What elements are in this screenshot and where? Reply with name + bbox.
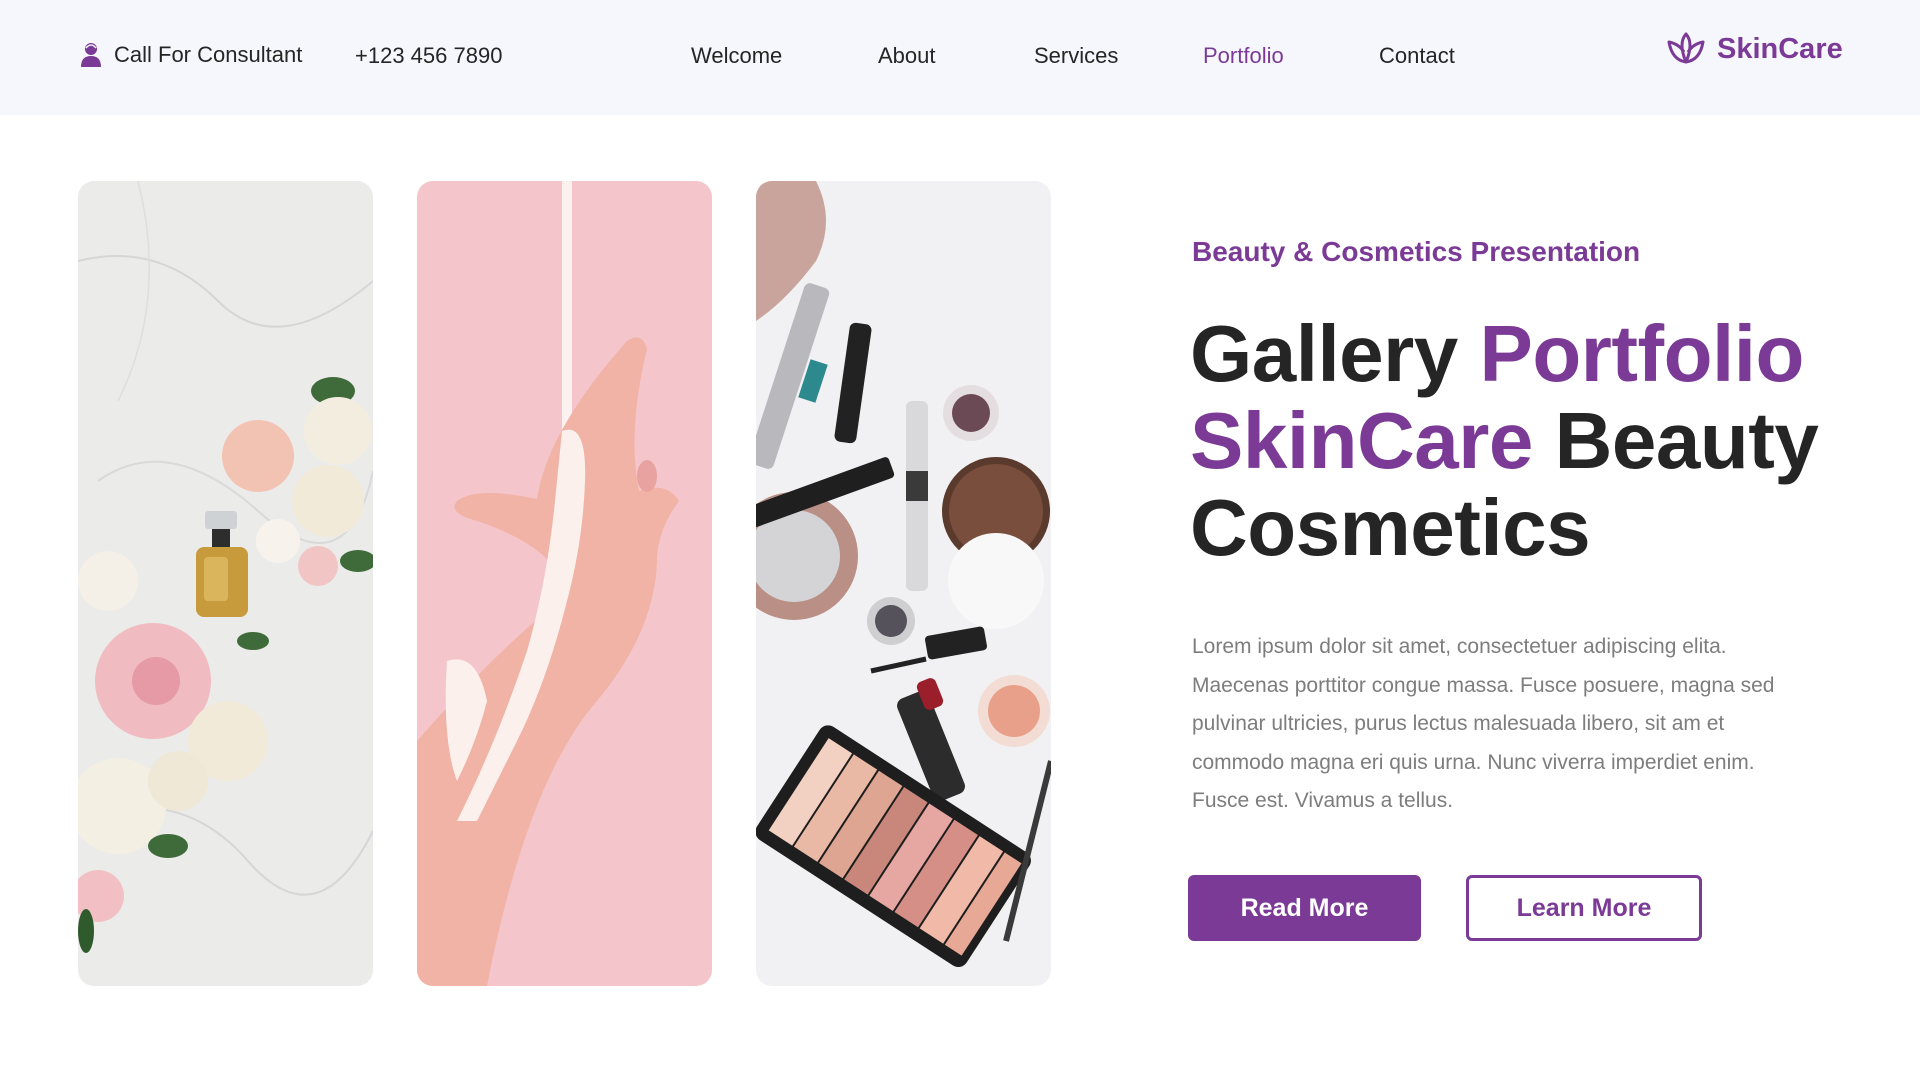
- makeup-flatlay-image: [756, 181, 1051, 986]
- headline-word-portfolio: Portfolio: [1479, 309, 1805, 398]
- headline: Gallery Portfolio SkinCare Beauty Cosmet…: [1190, 310, 1870, 571]
- hand-cream-image: [417, 181, 712, 986]
- eyebrow-title: Beauty & Cosmetics Presentation: [1192, 236, 1641, 267]
- learn-more-button[interactable]: Learn More: [1466, 875, 1702, 941]
- read-more-button[interactable]: Read More: [1188, 875, 1421, 941]
- headline-word-skincare: SkinCare: [1190, 396, 1533, 485]
- perfume-flowers-image: [78, 181, 373, 986]
- headline-word-cosmetics: Cosmetics: [1190, 483, 1591, 572]
- headline-word-gallery: Gallery: [1190, 309, 1458, 398]
- lotus-icon: [1667, 32, 1705, 64]
- top-bar: Call For Consultant +123 456 7890 Welcom…: [0, 0, 1920, 115]
- body-paragraph: Lorem ipsum dolor sit amet, consectetuer…: [1192, 635, 1775, 812]
- nav-portfolio[interactable]: Portfolio: [1203, 43, 1284, 69]
- headline-word-beauty: Beauty: [1554, 396, 1819, 485]
- nav-welcome[interactable]: Welcome: [691, 43, 782, 69]
- main-nav: Welcome About Services Portfolio Contact: [0, 43, 1920, 73]
- logo-text: SkinCare: [1717, 32, 1843, 65]
- nav-contact[interactable]: Contact: [1379, 43, 1455, 69]
- brand-logo[interactable]: SkinCare: [1665, 28, 1843, 70]
- nav-services[interactable]: Services: [1034, 43, 1118, 69]
- nav-about[interactable]: About: [878, 43, 936, 69]
